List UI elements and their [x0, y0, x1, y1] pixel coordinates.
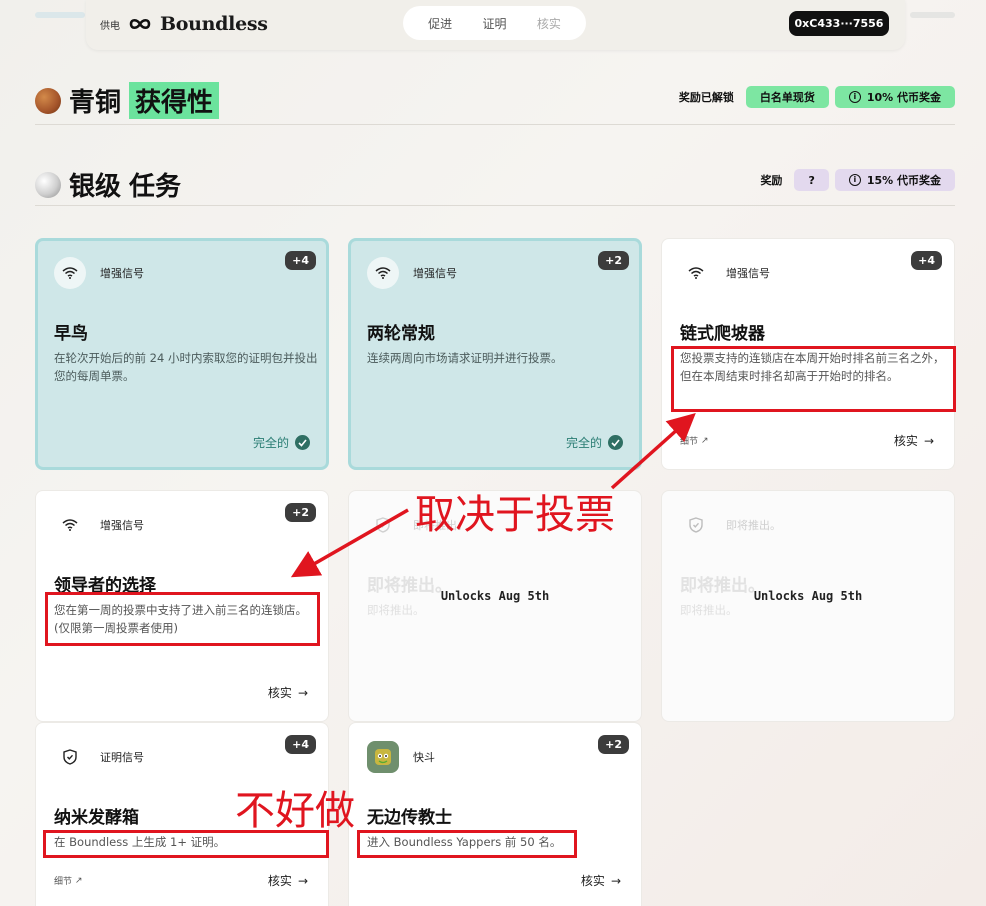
- annotation-hard-to-do: 不好做: [235, 788, 355, 834]
- annotation-box-chain-climber: [671, 346, 956, 412]
- completed-status: 完全的: [253, 434, 310, 451]
- card-category: 即将推出。: [726, 519, 781, 532]
- unlock-date: Unlocks Aug 5th: [753, 589, 863, 603]
- signal-icon: [54, 509, 86, 541]
- annotation-box-leaders-choice: [45, 592, 320, 646]
- card-header: 增强信号: [680, 257, 770, 289]
- arrow-right-icon: →: [923, 433, 934, 448]
- points-badge: +4: [285, 735, 316, 754]
- token-bonus-reward-pill: i 15% 代币奖金: [834, 169, 955, 191]
- annotation-vote-depends: 取决于投票: [415, 492, 615, 538]
- verify-button[interactable]: 核实 →: [268, 684, 308, 701]
- arrow-right-icon: →: [297, 873, 308, 888]
- section-divider: [35, 124, 955, 125]
- tab-promote[interactable]: 促进: [428, 15, 452, 32]
- completed-status: 完全的: [566, 434, 623, 451]
- shield-icon: [680, 509, 712, 541]
- quest-card-early-bird[interactable]: 增强信号 +4 早鸟 在轮次开始后的前 24 小时内索取您的证明包并投出您的每周…: [35, 238, 329, 470]
- silver-section: 银级 任务 奖励 ? i 15% 代币奖金: [35, 166, 955, 202]
- verify-button[interactable]: 核实 →: [268, 872, 308, 889]
- signal-icon: [367, 257, 399, 289]
- external-link-icon: ↗: [75, 875, 83, 886]
- card-header: 增强信号: [54, 509, 144, 541]
- check-circle-icon: [295, 435, 310, 450]
- card-header: 快斗: [367, 741, 435, 773]
- card-category: 快斗: [413, 751, 435, 764]
- silver-tier-label: 银级: [69, 172, 122, 202]
- silver-section-name: 任务: [129, 172, 182, 202]
- tab-verify[interactable]: 核实: [537, 15, 561, 32]
- card-category: 增强信号: [100, 519, 144, 532]
- points-badge: +4: [285, 251, 316, 270]
- rewards-unlocked-label: 奖励已解锁: [678, 91, 734, 104]
- card-description: 连续两周向市场请求证明并进行投票。: [367, 351, 563, 365]
- arrow-right-icon: →: [610, 873, 621, 888]
- bronze-rewards: 奖励已解锁 白名单现货 i 10% 代币奖金: [679, 86, 955, 108]
- quest-card-boundless-missionary[interactable]: 快斗 +2 无边传教士 进入 Boundless Yappers 前 50 名。…: [348, 722, 642, 906]
- rewards-label: 奖励: [760, 174, 783, 187]
- external-link-icon: ↗: [701, 435, 709, 446]
- points-badge: +2: [598, 251, 629, 270]
- shield-icon: [367, 509, 399, 541]
- arrow-right-icon: →: [297, 685, 308, 700]
- top-navbar: 供电 Boundless 促进 证明 核实 0xC433···7556: [86, 0, 905, 50]
- brand-name: Boundless: [160, 13, 268, 35]
- card-category: 增强信号: [726, 267, 770, 280]
- card-title: 无边传教士: [367, 808, 452, 828]
- powered-by-label: 供电: [100, 20, 120, 32]
- card-header: 证明信号: [54, 741, 144, 773]
- bronze-tier-label: 青铜: [69, 88, 122, 118]
- card-header: 即将推出。: [680, 509, 781, 541]
- silver-title: 银级 任务: [35, 166, 181, 203]
- quest-card-two-rounds[interactable]: 增强信号 +2 两轮常规 连续两周向市场请求证明并进行投票。 完全的: [348, 238, 642, 470]
- wallet-button[interactable]: 0xC433···7556: [789, 11, 889, 36]
- card-title: 链式爬坡器: [680, 324, 765, 344]
- top-decoration-right: [910, 12, 955, 18]
- tab-prove[interactable]: 证明: [482, 15, 506, 32]
- card-category: 增强信号: [100, 267, 144, 280]
- bronze-section-name: 获得性: [129, 82, 220, 119]
- card-title: 纳米发酵箱: [54, 808, 139, 828]
- details-link[interactable]: 细节 ↗: [680, 434, 709, 448]
- unlock-date: Unlocks Aug 5th: [440, 589, 550, 603]
- info-icon: i: [848, 91, 861, 103]
- verify-button[interactable]: 核实 →: [894, 432, 934, 449]
- card-description: 即将推出。: [367, 603, 425, 617]
- top-decoration-left: [35, 12, 85, 18]
- bronze-medal-icon: [35, 87, 61, 114]
- card-description: 即将推出。: [680, 603, 738, 617]
- quest-card-locked: 即将推出。 即将推出。 即将推出。 Unlocks Aug 5th: [661, 490, 955, 722]
- card-description: 在轮次开始后的前 24 小时内索取您的证明包并投出您的每周单票。: [54, 351, 318, 383]
- shield-check-icon: [54, 741, 86, 773]
- points-badge: +4: [911, 251, 942, 270]
- verify-button[interactable]: 核实 →: [581, 872, 621, 889]
- card-category: 增强信号: [413, 267, 457, 280]
- brand[interactable]: 供电 Boundless: [100, 13, 268, 35]
- info-icon: i: [848, 174, 861, 186]
- card-header: 增强信号: [367, 257, 457, 289]
- whitelist-reward-pill: 白名单现货: [745, 86, 829, 108]
- card-header: 增强信号: [54, 257, 144, 289]
- card-title: 两轮常规: [367, 324, 435, 344]
- signal-icon: [680, 257, 712, 289]
- points-badge: +2: [598, 735, 629, 754]
- nav-tabs: 促进 证明 核实: [403, 6, 586, 40]
- boundless-logo-icon: [129, 18, 151, 30]
- bronze-section: 青铜 获得性 奖励已解锁 白名单现货 i 10% 代币奖金: [35, 82, 955, 119]
- points-badge: +2: [285, 503, 316, 522]
- details-link[interactable]: 细节 ↗: [54, 874, 83, 888]
- mystery-reward-pill: ?: [794, 169, 829, 191]
- bronze-title: 青铜 获得性: [35, 82, 220, 119]
- section-divider: [35, 205, 955, 206]
- silver-rewards: 奖励 ? i 15% 代币奖金: [760, 169, 955, 191]
- annotation-box-missionary: [357, 830, 577, 858]
- check-circle-icon: [608, 435, 623, 450]
- card-title: 早鸟: [54, 324, 88, 344]
- signal-icon: [54, 257, 86, 289]
- card-category: 证明信号: [100, 751, 144, 764]
- silver-medal-icon: [35, 171, 61, 198]
- token-bonus-reward-pill: i 10% 代币奖金: [834, 86, 955, 108]
- avatar: [367, 741, 399, 773]
